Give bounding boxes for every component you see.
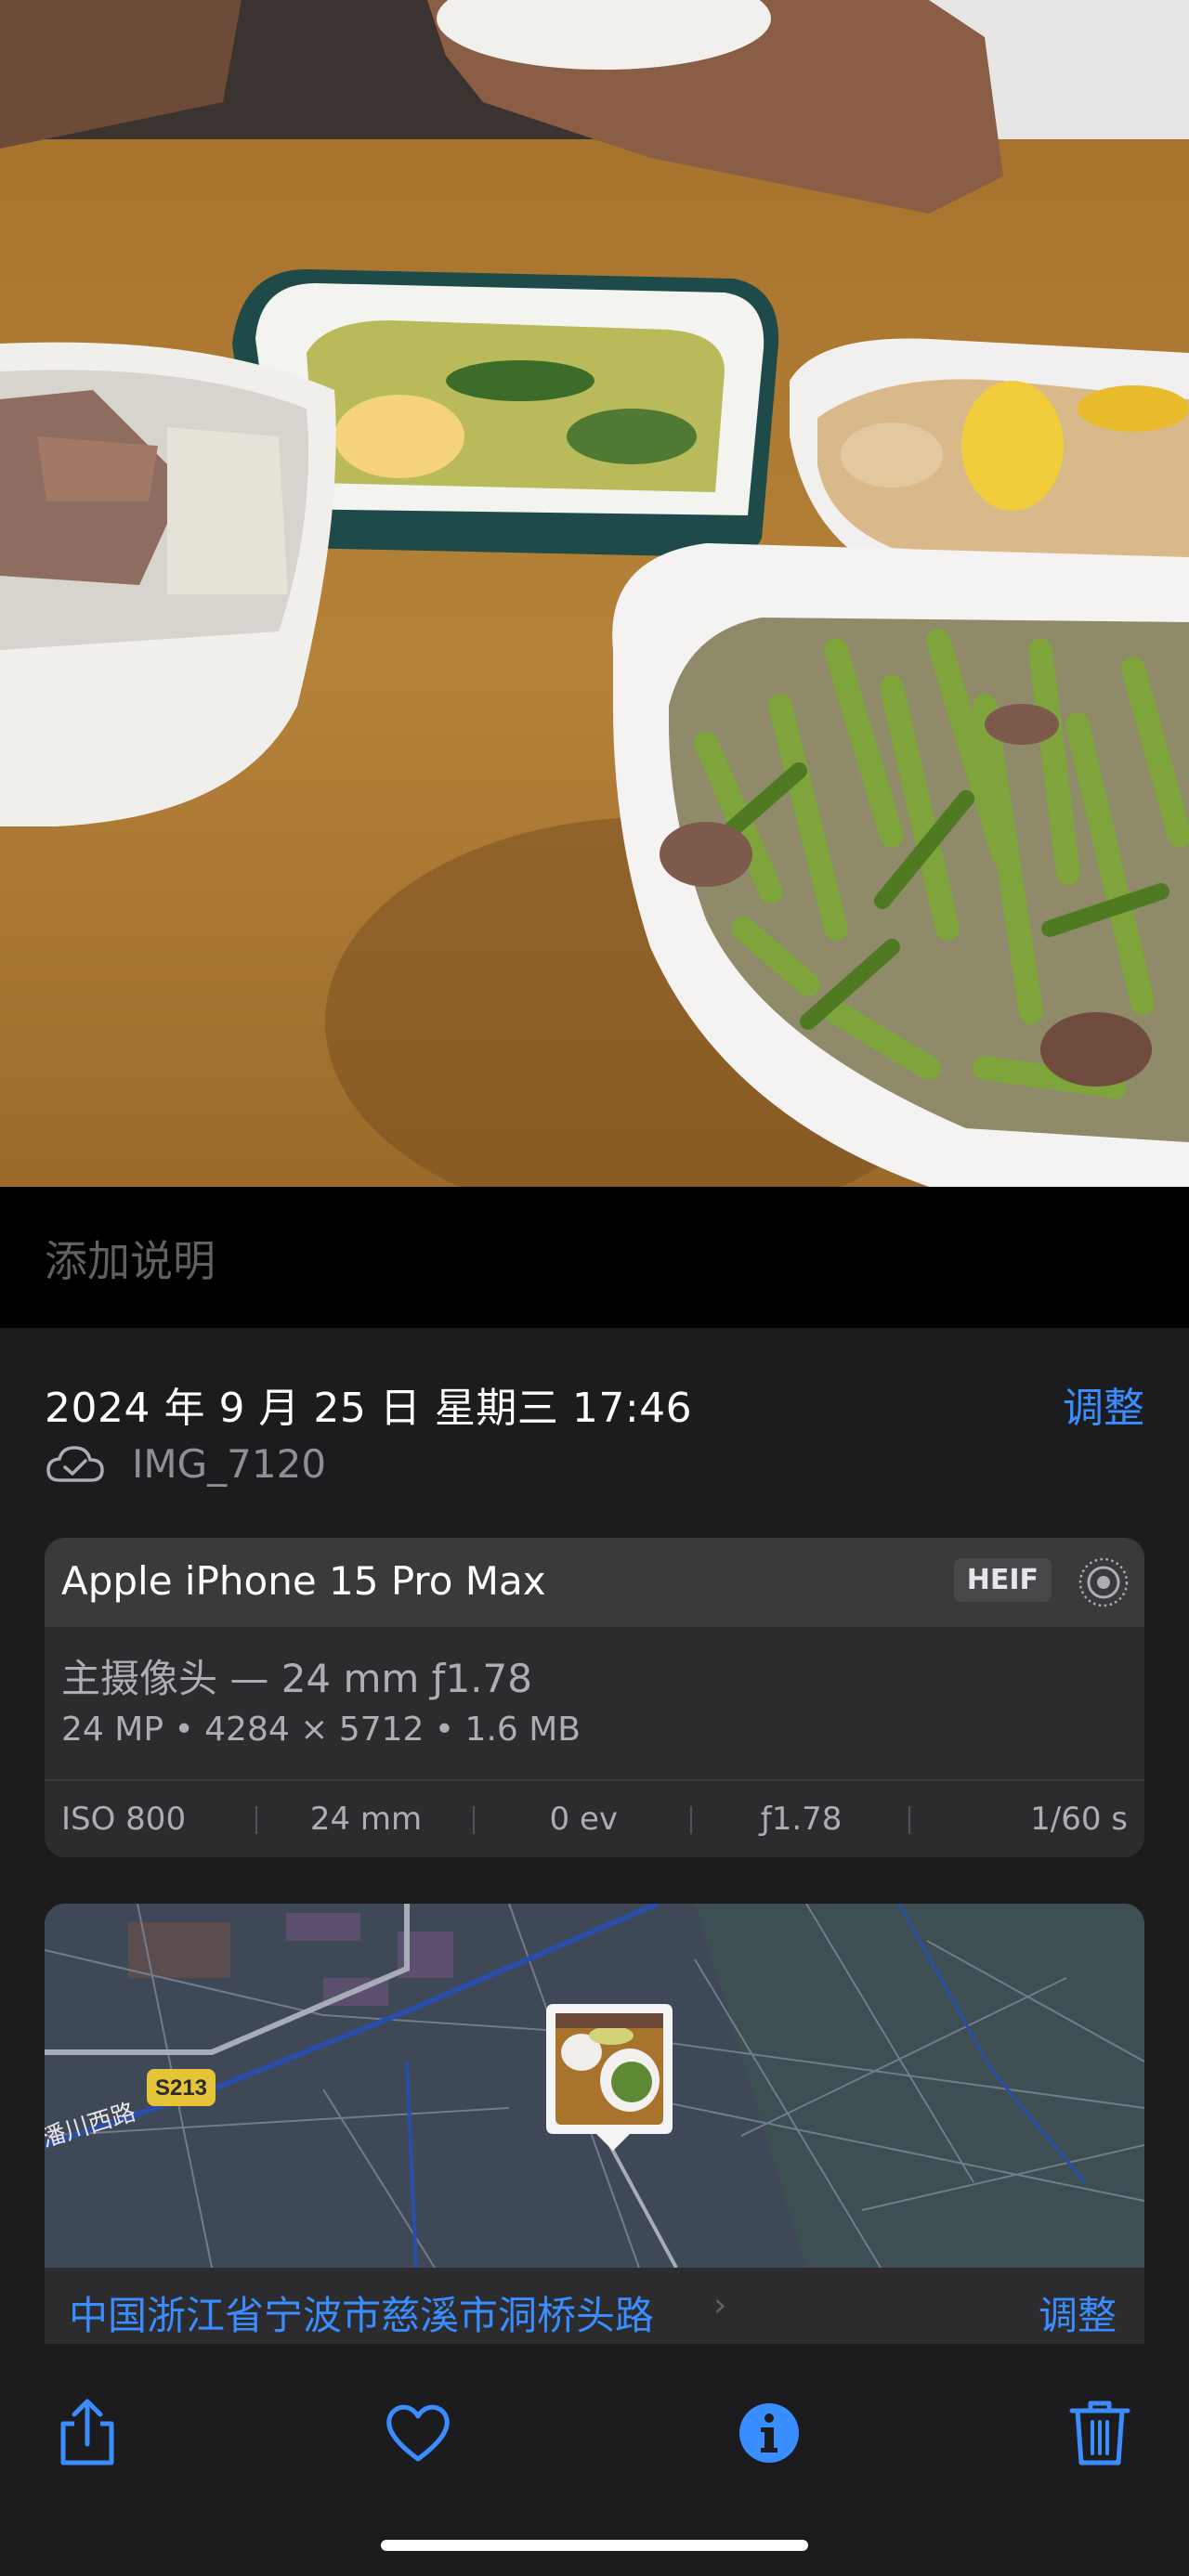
photo-viewer[interactable] (0, 0, 1189, 1187)
filename: IMG_7120 (132, 1441, 327, 1487)
adjust-location-button[interactable]: 调整 (1039, 2284, 1117, 2341)
lens-info: 主摄像头 — 24 mm ƒ1.78 (61, 1656, 532, 1701)
exif-aperture: ƒ1.78 (692, 1801, 910, 1838)
adjust-datetime-button[interactable]: 调整 (1063, 1374, 1144, 1434)
photo-datetime: 2024 年 9 月 25 日 星期三 17:46 (45, 1385, 693, 1432)
caption-area[interactable]: 添加说明 (0, 1187, 1189, 1328)
location-row[interactable]: 中国浙江省宁波市慈溪市洞桥头路 › 调整 (45, 2268, 1144, 2344)
camera-card-header: Apple iPhone 15 Pro Max HEIF (45, 1538, 1144, 1627)
home-indicator[interactable] (381, 2540, 808, 2551)
add-caption-field[interactable]: 添加说明 (45, 1228, 216, 1289)
camera-info-card: Apple iPhone 15 Pro Max HEIF 主摄像头 — 24 m… (45, 1538, 1144, 1857)
share-icon[interactable] (50, 2396, 124, 2470)
exif-row: ISO 800 24 mm 0 ev ƒ1.78 1/60 s (45, 1779, 1144, 1857)
location-map-card[interactable]: S213 潘川西路 中国浙江省宁波市慈溪市洞桥头路 › 调整 (45, 1904, 1144, 2344)
device-name: Apple iPhone 15 Pro Max (61, 1558, 546, 1604)
photo-pin[interactable] (546, 2004, 673, 2151)
exif-shutter: 1/60 s (1030, 1801, 1128, 1838)
location-map[interactable]: S213 潘川西路 (45, 1904, 1144, 2268)
info-icon[interactable] (732, 2396, 806, 2470)
image-specs: 24 MP • 4284 × 5712 • 1.6 MB (61, 1711, 581, 1749)
info-panel: 2024 年 9 月 25 日 星期三 17:46 调整 IMG_7120 Ap… (0, 1328, 1189, 2344)
exif-iso: ISO 800 (45, 1801, 257, 1838)
live-photo-icon[interactable] (1078, 1556, 1130, 1608)
filename-row: IMG_7120 (45, 1441, 326, 1487)
exif-exposure-bias: 0 ev (475, 1801, 693, 1838)
format-badge: HEIF (953, 1558, 1052, 1602)
location-address[interactable]: 中国浙江省宁波市慈溪市洞桥头路 (69, 2284, 654, 2341)
chevron-right-icon: › (713, 2286, 727, 2324)
icloud-check-icon (46, 1445, 104, 1482)
food-photo (0, 0, 1189, 1187)
exif-focal-length: 24 mm (257, 1801, 476, 1838)
trash-icon[interactable] (1063, 2396, 1137, 2470)
road-badge: S213 (155, 2075, 207, 2101)
favorite-heart-icon[interactable] (381, 2396, 455, 2470)
